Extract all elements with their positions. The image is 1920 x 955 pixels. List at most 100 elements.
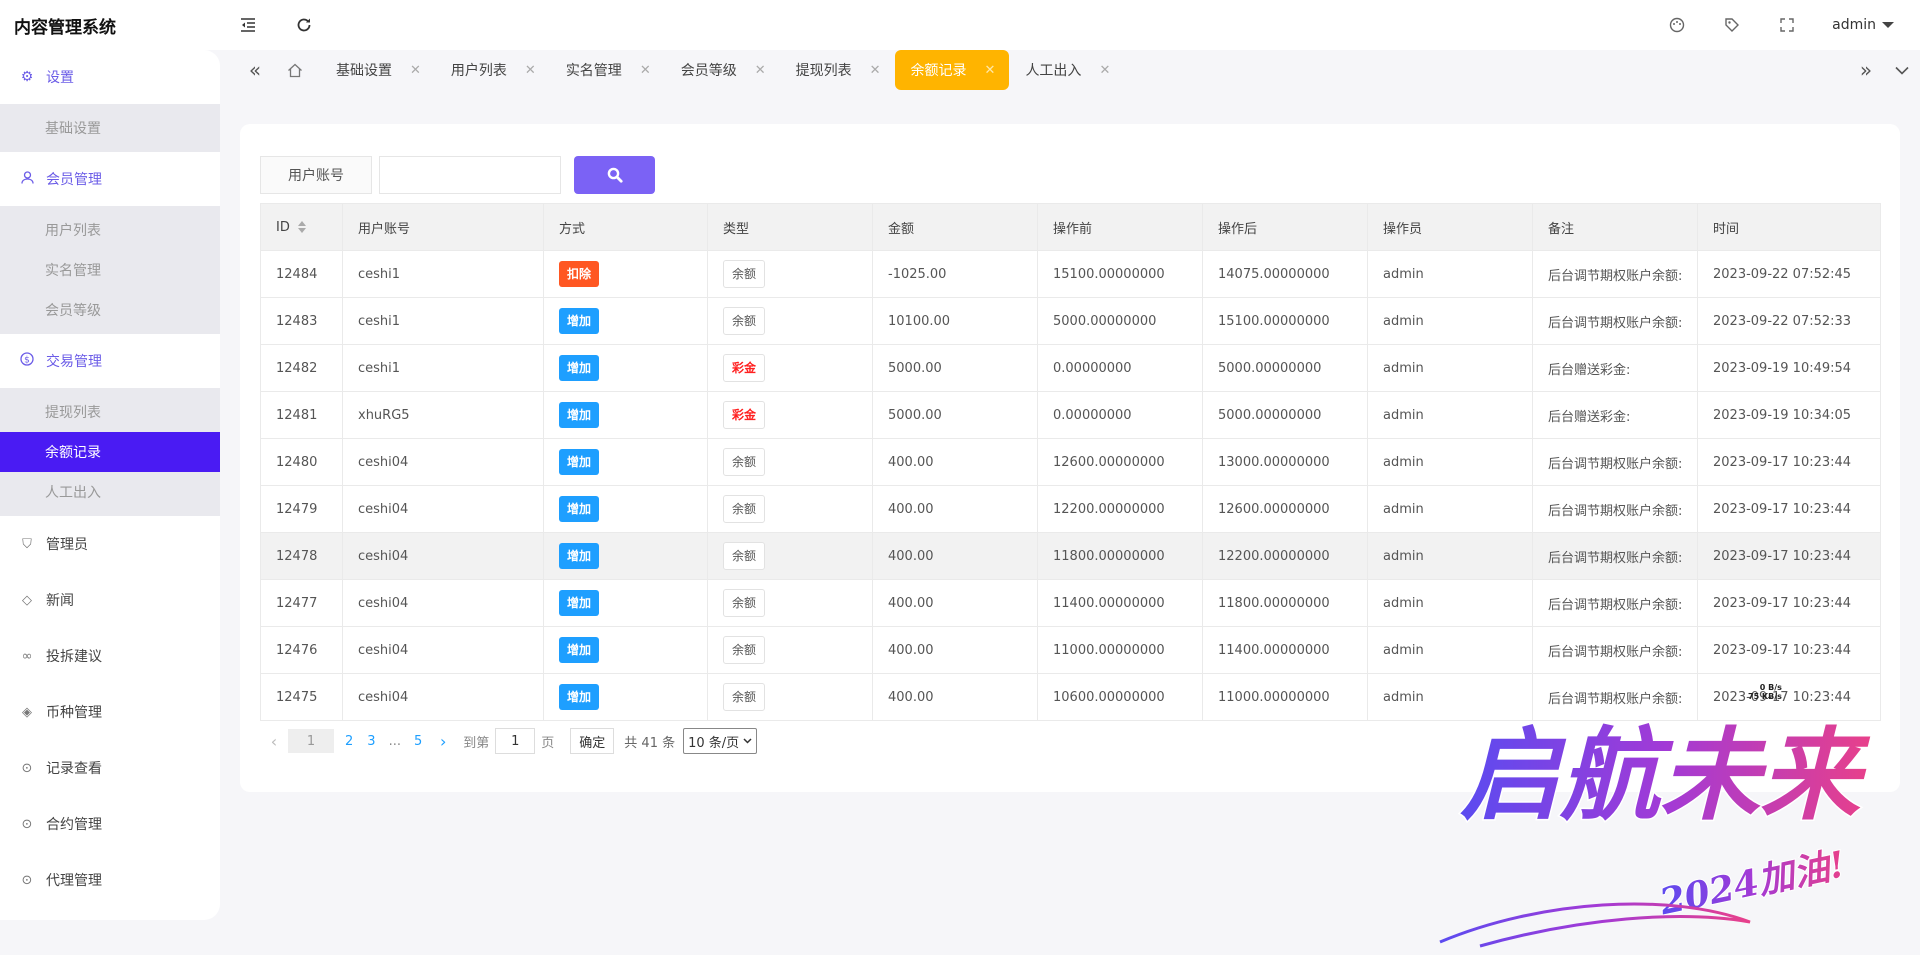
table-cell: ceshi04 <box>342 532 544 580</box>
table-cell: 12478 <box>260 532 343 580</box>
user-account-input[interactable] <box>379 156 561 194</box>
table-cell: 400.00 <box>872 626 1038 674</box>
goto-page-input[interactable]: 1 <box>495 728 536 754</box>
close-icon[interactable]: ✕ <box>870 63 881 78</box>
tabs-menu-button[interactable] <box>1884 50 1920 90</box>
tab-label: 提现列表 <box>795 63 852 79</box>
close-icon[interactable]: ✕ <box>525 63 536 78</box>
close-icon[interactable]: ✕ <box>755 63 766 78</box>
tag-icon <box>1724 18 1739 32</box>
sidebar-item-currency[interactable]: ◈ 币种管理 <box>0 684 220 740</box>
theme-button[interactable] <box>1649 0 1704 50</box>
tab-member-level[interactable]: 会员等级 ✕ <box>665 50 780 90</box>
close-icon[interactable]: ✕ <box>985 63 996 78</box>
goto-confirm-button[interactable]: 确定 <box>570 728 615 754</box>
table-cell: 5000.00000000 <box>1037 297 1203 345</box>
table-cell: 2023-09-19 10:49:54 <box>1697 344 1881 392</box>
table-cell: 12477 <box>260 579 343 627</box>
close-icon[interactable]: ✕ <box>640 63 651 78</box>
table-cell: ceshi04 <box>342 673 544 721</box>
column-header: 操作员 <box>1367 203 1533 251</box>
table-row: 12483 ceshi1 增加 余额 10100.00 5000.00000000 1510… <box>260 297 1881 345</box>
table-cell: 后台调节期权账户余额: <box>1532 532 1698 580</box>
column-header: 时间 <box>1697 203 1881 251</box>
caret-down-icon <box>1882 22 1894 28</box>
sidebar-item-feedback[interactable]: ∞ 投拆建议 <box>0 628 220 684</box>
sidebar-item-news[interactable]: ◇ 新闻 <box>0 572 220 628</box>
close-icon[interactable]: ✕ <box>410 63 421 78</box>
balance-records-table: ID 用户账号 方式 类型 金额 操作前 操作后 操作员 备注 时间 12484… <box>260 203 1881 721</box>
table-cell: admin <box>1367 438 1533 486</box>
page-number[interactable]: 2 <box>338 734 360 749</box>
method-badge: 增加 <box>559 308 600 334</box>
table-cell: 增加 <box>543 297 708 345</box>
sidebar-item-label: 管理员 <box>46 537 88 553</box>
palette-icon <box>1669 17 1684 33</box>
sidebar-item-withdraw-list[interactable]: 提现列表 <box>0 392 220 432</box>
fullscreen-icon <box>1779 18 1794 32</box>
app-title: 内容管理系统 <box>14 17 116 38</box>
sidebar-item-real-name[interactable]: 实名管理 <box>0 250 220 290</box>
sidebar-group-settings[interactable]: ⚙ 设置 <box>0 50 220 104</box>
sidebar-group-trading[interactable]: $ 交易管理 <box>0 334 220 388</box>
slogan-decoration: 启航未来 2024加油! <box>1439 715 1872 948</box>
sidebar-item-label: 投拆建议 <box>46 649 102 665</box>
sort-icon[interactable] <box>297 221 306 233</box>
tabs-scroll-right-button[interactable]: » <box>1848 50 1884 90</box>
method-badge: 扣除 <box>559 261 600 287</box>
page-number-current: 1 <box>288 729 334 753</box>
table-cell: 余额 <box>707 297 873 345</box>
table-cell: 12483 <box>260 297 343 345</box>
page-number[interactable]: 3 <box>360 734 382 749</box>
type-tag: 余额 <box>723 260 766 288</box>
method-badge: 增加 <box>559 355 600 381</box>
page-number[interactable]: 5 <box>407 734 429 749</box>
tab-withdraw-list[interactable]: 提现列表 ✕ <box>780 50 895 90</box>
tag-icon: ◇ <box>22 592 32 608</box>
sidebar-item-records[interactable]: ⊙ 记录查看 <box>0 740 220 796</box>
table-cell: admin <box>1367 532 1533 580</box>
contract-icon: ⊙ <box>21 816 33 832</box>
column-header: 金额 <box>872 203 1038 251</box>
tab-home[interactable] <box>270 50 320 90</box>
user-menu[interactable]: admin <box>1814 17 1920 33</box>
next-page-button[interactable]: › <box>429 732 457 751</box>
collapse-sidebar-button[interactable] <box>220 0 276 50</box>
table-cell: 增加 <box>543 673 708 721</box>
sidebar-item-balance-records[interactable]: 余额记录 <box>0 432 220 472</box>
sidebar-item-basic-settings[interactable]: 基础设置 <box>0 108 220 148</box>
type-tag: 彩金 <box>723 401 766 429</box>
prev-page-button[interactable]: ‹ <box>260 732 288 751</box>
sidebar-item-member-level[interactable]: 会员等级 <box>0 290 220 330</box>
tab-balance-records[interactable]: 余额记录 ✕ <box>894 50 1010 90</box>
tab-manual-io[interactable]: 人工出入 ✕ <box>1009 50 1124 90</box>
sidebar-item-contracts[interactable]: ⊙ 合约管理 <box>0 796 220 852</box>
tab-user-list[interactable]: 用户列表 ✕ <box>435 50 550 90</box>
tabs-scroll-left-button[interactable]: « <box>240 50 270 90</box>
tag-button[interactable] <box>1704 0 1759 50</box>
table-cell: 余额 <box>707 626 873 674</box>
table-cell: 彩金 <box>707 344 873 392</box>
sidebar-item-manual-io[interactable]: 人工出入 <box>0 472 220 512</box>
tab-label: 余额记录 <box>910 63 967 79</box>
submenu-trading: 提现列表 余额记录 人工出入 <box>0 388 220 516</box>
net-upload: 75 KB/s <box>1748 692 1782 701</box>
search-button[interactable] <box>574 156 655 194</box>
tab-real-name[interactable]: 实名管理 ✕ <box>550 50 665 90</box>
method-badge: 增加 <box>559 684 600 710</box>
page-size-select[interactable]: 10 条/页 <box>683 728 758 754</box>
table-cell: 余额 <box>707 485 873 533</box>
sidebar-group-members[interactable]: 会员管理 <box>0 152 220 206</box>
close-icon[interactable]: ✕ <box>1099 63 1110 78</box>
sidebar-item-agents[interactable]: ⊙ 代理管理 <box>0 852 220 908</box>
fullscreen-button[interactable] <box>1759 0 1814 50</box>
refresh-button[interactable] <box>276 0 332 50</box>
table-cell: ceshi1 <box>342 250 544 298</box>
table-cell: 余额 <box>707 438 873 486</box>
tab-basic-settings[interactable]: 基础设置 ✕ <box>320 50 435 90</box>
sidebar-item-admins[interactable]: ⛉ 管理员 <box>0 516 220 572</box>
column-header-id[interactable]: ID <box>260 203 343 251</box>
table-cell: 5000.00 <box>872 344 1038 392</box>
table-cell: 0.00000000 <box>1037 344 1203 392</box>
sidebar-item-user-list[interactable]: 用户列表 <box>0 210 220 250</box>
